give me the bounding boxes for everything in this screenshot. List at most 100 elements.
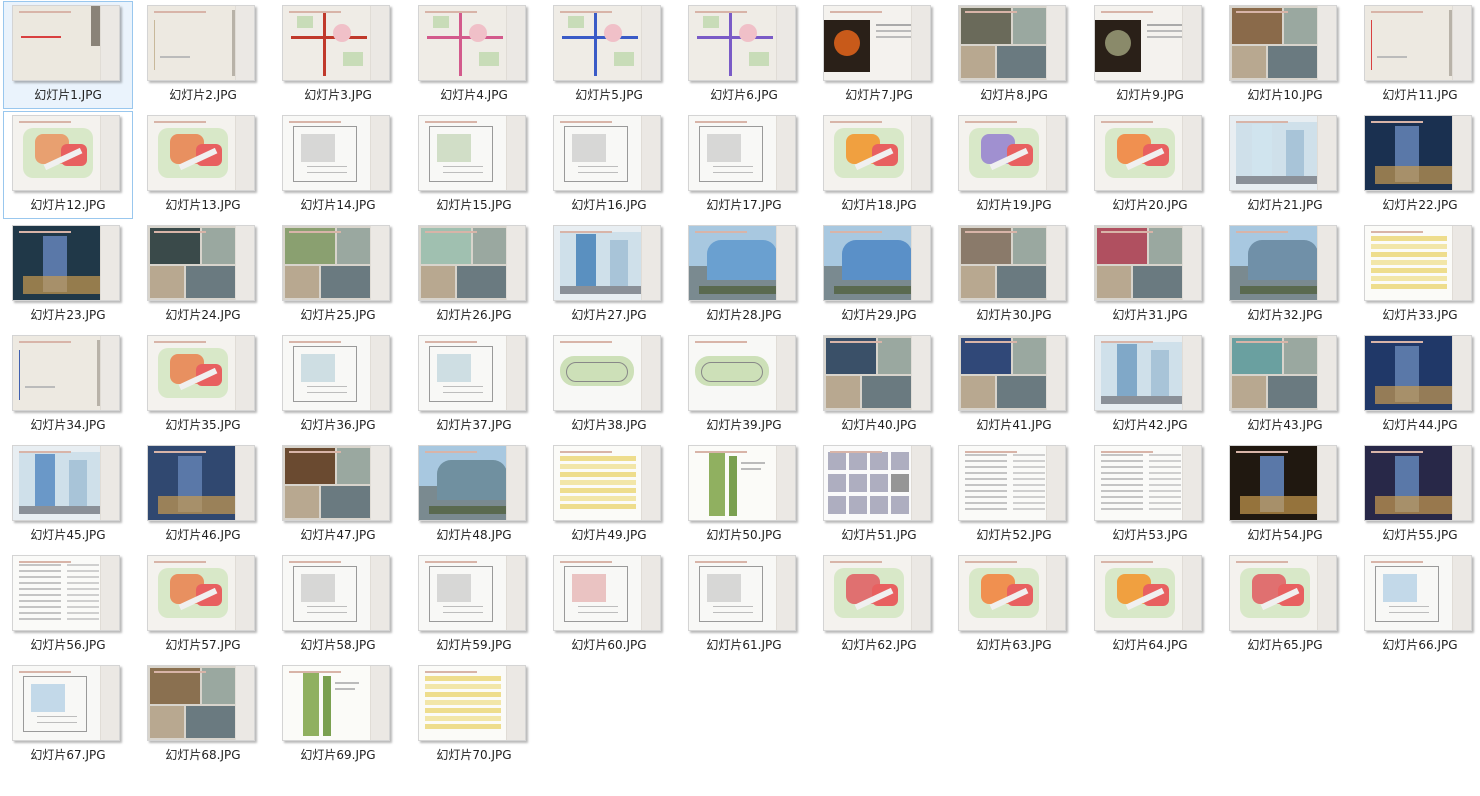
file-thumbnail-image xyxy=(1094,445,1202,521)
file-item[interactable]: 幻灯片49.JPG xyxy=(544,441,674,549)
file-item[interactable]: 幻灯片6.JPG xyxy=(679,1,809,109)
file-item[interactable]: 幻灯片68.JPG xyxy=(138,661,268,769)
file-item[interactable]: 幻灯片5.JPG xyxy=(544,1,674,109)
file-item[interactable]: 幻灯片10.JPG xyxy=(1220,1,1350,109)
file-item[interactable]: 幻灯片33.JPG xyxy=(1355,221,1480,329)
file-name-label: 幻灯片56.JPG xyxy=(30,638,106,652)
file-item[interactable]: 幻灯片43.JPG xyxy=(1220,331,1350,439)
file-thumbnail-image xyxy=(553,115,661,191)
file-item[interactable]: 幻灯片54.JPG xyxy=(1220,441,1350,549)
file-item[interactable]: 幻灯片8.JPG xyxy=(949,1,1079,109)
file-thumbnail-image xyxy=(12,335,120,411)
file-thumbnail-image xyxy=(688,115,796,191)
file-name-label: 幻灯片67.JPG xyxy=(30,748,106,762)
file-item[interactable]: 幻灯片48.JPG xyxy=(409,441,539,549)
file-item[interactable]: 幻灯片52.JPG xyxy=(949,441,1079,549)
file-item[interactable]: 幻灯片61.JPG xyxy=(679,551,809,659)
file-item[interactable]: 幻灯片12.JPG xyxy=(3,111,133,219)
file-item[interactable]: 幻灯片58.JPG xyxy=(273,551,403,659)
file-item[interactable]: 幻灯片45.JPG xyxy=(3,441,133,549)
file-item[interactable]: 幻灯片29.JPG xyxy=(814,221,944,329)
file-name-label: 幻灯片1.JPG xyxy=(34,88,102,102)
file-name-label: 幻灯片16.JPG xyxy=(571,198,647,212)
file-item[interactable]: 幻灯片1.JPG xyxy=(3,1,133,109)
file-item[interactable]: 幻灯片25.JPG xyxy=(273,221,403,329)
file-item[interactable]: 幻灯片44.JPG xyxy=(1355,331,1480,439)
file-item[interactable]: 幻灯片3.JPG xyxy=(273,1,403,109)
file-item[interactable]: 幻灯片57.JPG xyxy=(138,551,268,659)
file-item[interactable]: 幻灯片22.JPG xyxy=(1355,111,1480,219)
file-item[interactable]: 幻灯片24.JPG xyxy=(138,221,268,329)
file-item[interactable]: 幻灯片69.JPG xyxy=(273,661,403,769)
file-item[interactable]: 幻灯片38.JPG xyxy=(544,331,674,439)
file-item[interactable]: 幻灯片70.JPG xyxy=(409,661,539,769)
file-item[interactable]: 幻灯片55.JPG xyxy=(1355,441,1480,549)
file-thumbnail-image xyxy=(12,555,120,631)
file-item[interactable]: 幻灯片53.JPG xyxy=(1085,441,1215,549)
file-name-label: 幻灯片24.JPG xyxy=(165,308,241,322)
file-name-label: 幻灯片23.JPG xyxy=(30,308,106,322)
file-item[interactable]: 幻灯片31.JPG xyxy=(1085,221,1215,329)
file-item[interactable]: 幻灯片50.JPG xyxy=(679,441,809,549)
file-item[interactable]: 幻灯片41.JPG xyxy=(949,331,1079,439)
file-item[interactable]: 幻灯片28.JPG xyxy=(679,221,809,329)
file-item[interactable]: 幻灯片42.JPG xyxy=(1085,331,1215,439)
file-item[interactable]: 幻灯片18.JPG xyxy=(814,111,944,219)
file-name-label: 幻灯片30.JPG xyxy=(976,308,1052,322)
file-name-label: 幻灯片11.JPG xyxy=(1382,88,1458,102)
file-item[interactable]: 幻灯片23.JPG xyxy=(3,221,133,329)
file-item[interactable]: 幻灯片40.JPG xyxy=(814,331,944,439)
file-name-label: 幻灯片50.JPG xyxy=(706,528,782,542)
file-thumbnail-image xyxy=(1094,225,1202,301)
file-item[interactable]: 幻灯片17.JPG xyxy=(679,111,809,219)
file-thumbnail-image xyxy=(418,335,526,411)
file-item[interactable]: 幻灯片51.JPG xyxy=(814,441,944,549)
file-item[interactable]: 幻灯片62.JPG xyxy=(814,551,944,659)
file-item[interactable]: 幻灯片26.JPG xyxy=(409,221,539,329)
file-item[interactable]: 幻灯片7.JPG xyxy=(814,1,944,109)
file-thumbnail-image xyxy=(12,115,120,191)
file-item[interactable]: 幻灯片9.JPG xyxy=(1085,1,1215,109)
file-item[interactable]: 幻灯片37.JPG xyxy=(409,331,539,439)
file-item[interactable]: 幻灯片27.JPG xyxy=(544,221,674,329)
file-item[interactable]: 幻灯片2.JPG xyxy=(138,1,268,109)
file-thumbnail-image xyxy=(823,115,931,191)
file-item[interactable]: 幻灯片16.JPG xyxy=(544,111,674,219)
file-item[interactable]: 幻灯片32.JPG xyxy=(1220,221,1350,329)
file-item[interactable]: 幻灯片14.JPG xyxy=(273,111,403,219)
file-item[interactable]: 幻灯片34.JPG xyxy=(3,331,133,439)
file-item[interactable]: 幻灯片21.JPG xyxy=(1220,111,1350,219)
file-name-label: 幻灯片29.JPG xyxy=(841,308,917,322)
file-thumbnail-image xyxy=(958,115,1066,191)
file-item[interactable]: 幻灯片30.JPG xyxy=(949,221,1079,329)
file-item[interactable]: 幻灯片67.JPG xyxy=(3,661,133,769)
file-item[interactable]: 幻灯片35.JPG xyxy=(138,331,268,439)
file-item[interactable]: 幻灯片4.JPG xyxy=(409,1,539,109)
file-item[interactable]: 幻灯片36.JPG xyxy=(273,331,403,439)
file-item[interactable]: 幻灯片11.JPG xyxy=(1355,1,1480,109)
file-name-label: 幻灯片60.JPG xyxy=(571,638,647,652)
file-name-label: 幻灯片12.JPG xyxy=(30,198,106,212)
file-item[interactable]: 幻灯片47.JPG xyxy=(273,441,403,549)
file-thumbnail-image xyxy=(553,5,661,81)
file-thumbnail-image xyxy=(1229,335,1337,411)
file-name-label: 幻灯片13.JPG xyxy=(165,198,241,212)
file-item[interactable]: 幻灯片63.JPG xyxy=(949,551,1079,659)
file-thumbnail-image xyxy=(1094,115,1202,191)
file-item[interactable]: 幻灯片15.JPG xyxy=(409,111,539,219)
file-item[interactable]: 幻灯片46.JPG xyxy=(138,441,268,549)
file-thumbnail-image xyxy=(12,225,120,301)
file-item[interactable]: 幻灯片19.JPG xyxy=(949,111,1079,219)
file-name-label: 幻灯片25.JPG xyxy=(300,308,376,322)
file-item[interactable]: 幻灯片13.JPG xyxy=(138,111,268,219)
file-item[interactable]: 幻灯片20.JPG xyxy=(1085,111,1215,219)
file-item[interactable]: 幻灯片39.JPG xyxy=(679,331,809,439)
file-thumbnail-image xyxy=(282,445,390,521)
file-item[interactable]: 幻灯片64.JPG xyxy=(1085,551,1215,659)
file-item[interactable]: 幻灯片65.JPG xyxy=(1220,551,1350,659)
file-item[interactable]: 幻灯片60.JPG xyxy=(544,551,674,659)
file-item[interactable]: 幻灯片59.JPG xyxy=(409,551,539,659)
file-name-label: 幻灯片10.JPG xyxy=(1247,88,1323,102)
file-item[interactable]: 幻灯片56.JPG xyxy=(3,551,133,659)
file-item[interactable]: 幻灯片66.JPG xyxy=(1355,551,1480,659)
